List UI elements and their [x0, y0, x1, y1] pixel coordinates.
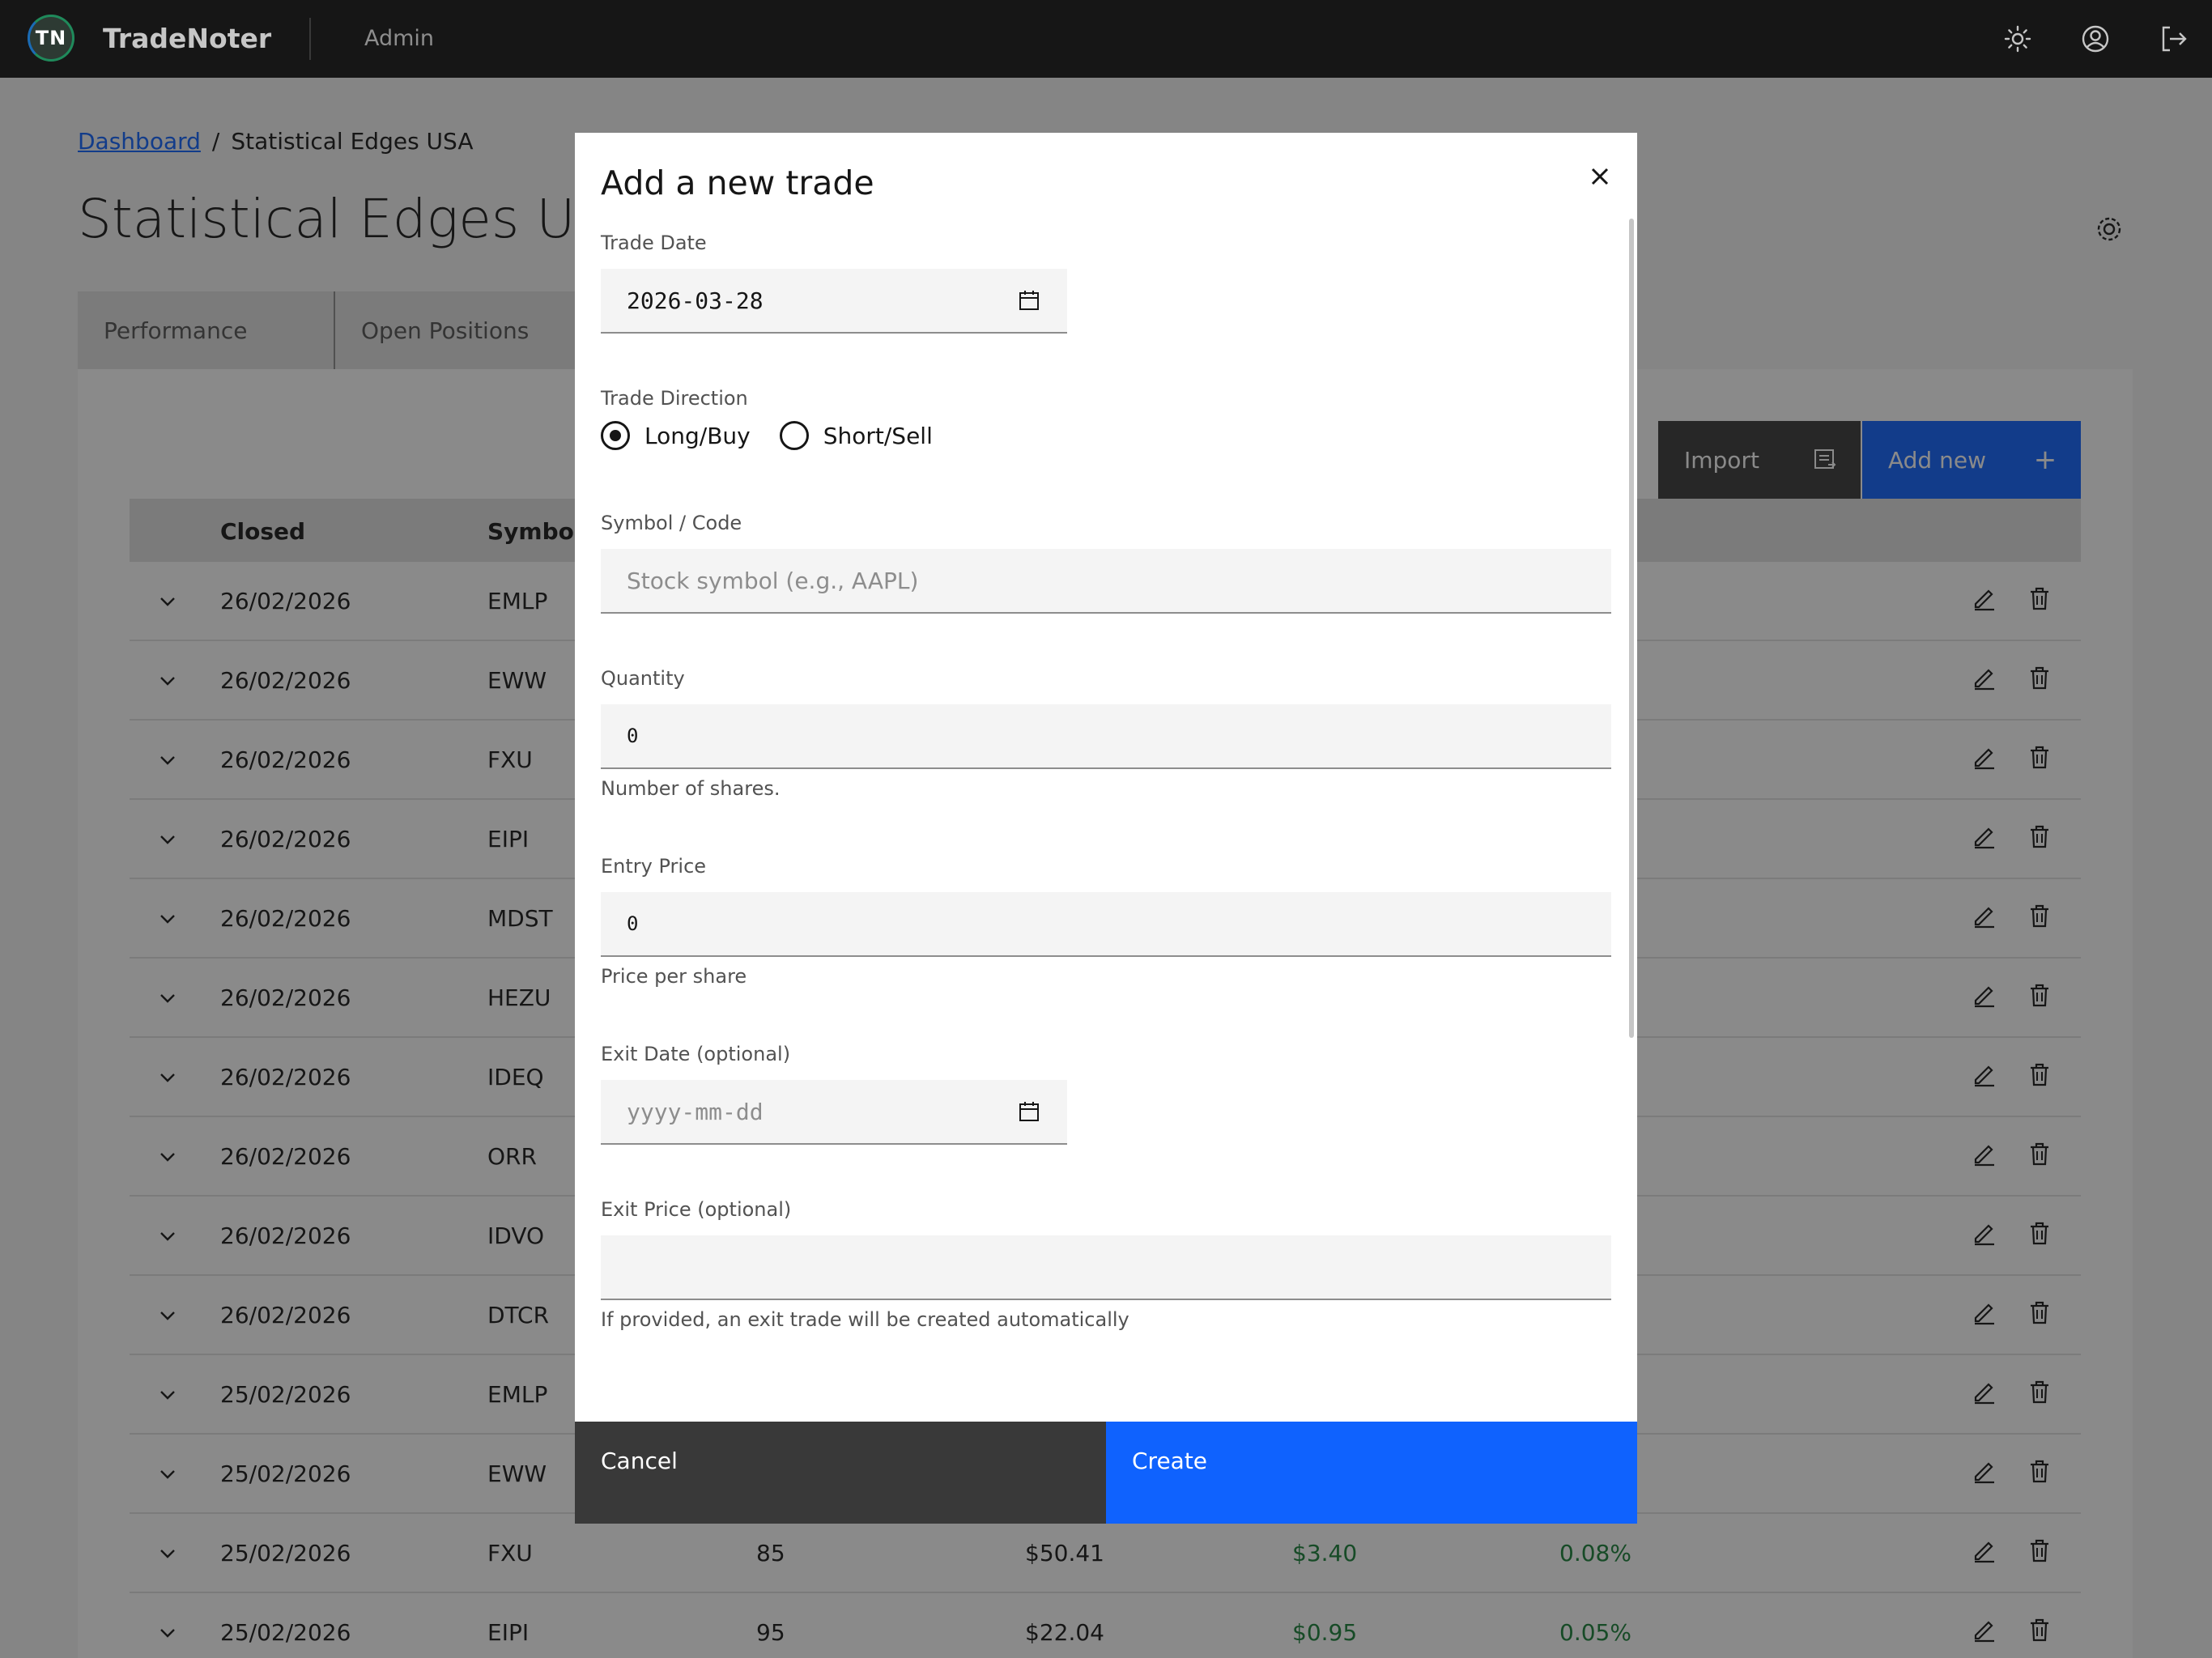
logo-ring	[28, 15, 74, 62]
app-logo[interactable]: TN	[28, 15, 74, 62]
entry-price-input[interactable]: 0	[601, 892, 1611, 957]
radio-long-buy[interactable]: Long/Buy	[601, 421, 751, 450]
sun-icon[interactable]	[2000, 21, 2035, 57]
symbol-label: Symbol / Code	[601, 512, 742, 534]
user-avatar-icon[interactable]	[2078, 21, 2113, 57]
header-divider	[309, 18, 311, 60]
exit-date-placeholder: yyyy-mm-dd	[627, 1098, 764, 1125]
calendar-icon[interactable]	[1017, 1099, 1041, 1124]
modal-scrollbar[interactable]	[1629, 219, 1634, 1038]
quantity-helper-text: Number of shares.	[601, 777, 781, 800]
logout-icon[interactable]	[2155, 21, 2191, 57]
exit-date-label: Exit Date (optional)	[601, 1043, 791, 1065]
entry-price-label: Entry Price	[601, 855, 707, 878]
calendar-icon[interactable]	[1017, 288, 1041, 312]
modal-footer: Cancel Create	[575, 1422, 1637, 1524]
radio-short-sell-label: Short/Sell	[823, 422, 933, 449]
trade-direction-label: Trade Direction	[601, 387, 748, 410]
exit-date-input[interactable]: yyyy-mm-dd	[601, 1080, 1067, 1145]
symbol-input[interactable]: Stock symbol (e.g., AAPL)	[601, 549, 1611, 614]
trade-date-value: 2026-03-28	[627, 287, 764, 314]
quantity-label: Quantity	[601, 667, 685, 690]
modal-title: Add a new trade	[601, 164, 874, 202]
trade-date-label: Trade Date	[601, 232, 707, 254]
radio-long-buy-indicator[interactable]	[601, 421, 630, 450]
exit-price-label: Exit Price (optional)	[601, 1198, 792, 1221]
create-button[interactable]: Create	[1106, 1422, 1637, 1524]
radio-short-sell[interactable]: Short/Sell	[779, 421, 933, 450]
exit-price-helper-text: If provided, an exit trade will be creat…	[601, 1308, 1129, 1331]
add-trade-modal: Add a new trade Trade Date 2026-03-28 Tr…	[575, 133, 1637, 1524]
radio-short-sell-indicator[interactable]	[779, 421, 809, 450]
exit-price-input[interactable]	[601, 1235, 1611, 1300]
cancel-button[interactable]: Cancel	[575, 1422, 1106, 1524]
entry-price-helper-text: Price per share	[601, 965, 747, 988]
admin-nav-link[interactable]: Admin	[364, 26, 434, 51]
app-header: TN TradeNoter Admin	[0, 0, 2212, 78]
trade-date-input[interactable]: 2026-03-28	[601, 269, 1067, 334]
entry-price-value: 0	[627, 912, 639, 935]
quantity-value: 0	[627, 725, 639, 747]
symbol-placeholder: Stock symbol (e.g., AAPL)	[627, 567, 919, 594]
close-icon[interactable]	[1580, 157, 1619, 196]
brand-name[interactable]: TradeNoter	[103, 23, 271, 54]
trade-direction-radio-group: Long/Buy Short/Sell	[601, 421, 962, 450]
quantity-input[interactable]: 0	[601, 704, 1611, 769]
radio-long-buy-label: Long/Buy	[644, 422, 751, 449]
